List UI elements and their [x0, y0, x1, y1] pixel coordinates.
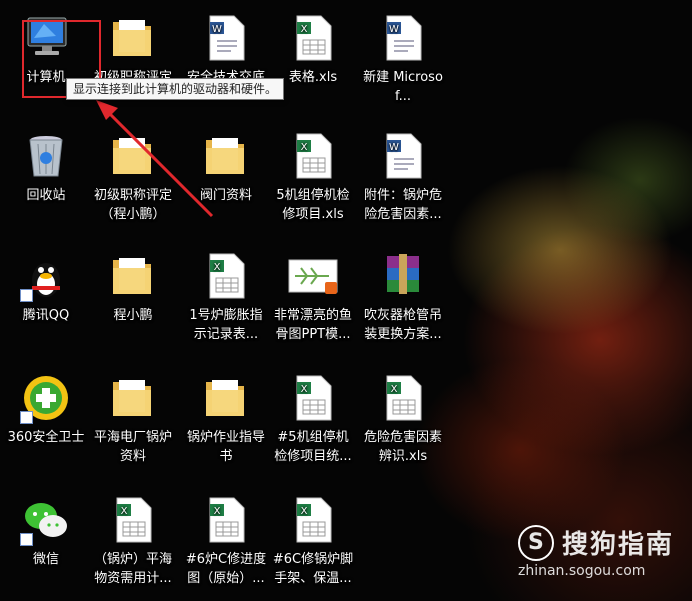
excel-document-icon: X [287, 494, 339, 546]
desktop-icon-word[interactable]: W 新建 Microsof... [360, 12, 446, 106]
svg-text:W: W [389, 24, 399, 35]
folder-icon [200, 372, 252, 424]
qq-penguin-icon [20, 250, 72, 302]
excel-document-icon: X [107, 494, 159, 546]
folder-icon [107, 372, 159, 424]
shortcut-arrow-icon [20, 533, 33, 546]
svg-text:X: X [301, 142, 308, 153]
winrar-archive-icon [377, 250, 429, 302]
desktop-icon-360[interactable]: 360安全卫士 [3, 372, 89, 447]
icon-label: 锅炉作业指导书 [186, 430, 265, 464]
excel-document-icon: X [200, 494, 252, 546]
icon-label: 微信 [32, 552, 59, 567]
desktop-icon-excel[interactable]: X 5机组停机检修项目.xls [270, 130, 356, 224]
icon-label: 危险危害因素辨识.xls [363, 430, 442, 464]
desktop-icon-excel[interactable]: X #5机组停机检修项目统... [270, 372, 356, 466]
icon-label: 新建 Microsof... [363, 70, 443, 104]
icon-label: 吹灰器枪管吊装更换方案... [363, 308, 442, 342]
sogou-watermark: S 搜狗指南 zhinan.sogou.com [517, 524, 674, 579]
icon-label: 5机组停机检修项目.xls [276, 188, 350, 222]
icon-label: 平海电厂锅炉资料 [93, 430, 172, 464]
svg-text:X: X [121, 506, 128, 517]
desktop-icon-word[interactable]: W 附件：锅炉危险危害因素... [360, 130, 446, 224]
icon-label: 程小鹏 [113, 308, 153, 323]
excel-document-icon: X [287, 12, 339, 64]
svg-text:W: W [389, 142, 399, 153]
annotation-arrow [96, 100, 214, 218]
desktop-icon-excel[interactable]: X #6C修锅炉脚手架、保温... [270, 494, 356, 588]
wechat-icon [20, 494, 72, 546]
desktop-icon-folder[interactable]: 程小鹏 [90, 250, 176, 325]
excel-document-icon: X [200, 250, 252, 302]
excel-document-icon: X [377, 372, 429, 424]
word-document-icon: W [377, 12, 429, 64]
desktop-icon-excel[interactable]: X #6炉C修进度图（原始）... [183, 494, 269, 588]
icon-label: #6C修锅炉脚手架、保温... [272, 552, 354, 586]
icon-label: （锅炉）平海物资需用计... [93, 552, 172, 586]
shortcut-arrow-icon [20, 411, 33, 424]
sogou-logo-icon: S [517, 524, 554, 561]
desktop-icon-wechat[interactable]: 微信 [3, 494, 89, 569]
desktop-icon-folder[interactable]: 锅炉作业指导书 [183, 372, 269, 466]
desktop-icon-folder[interactable]: 平海电厂锅炉资料 [90, 372, 176, 466]
tooltip: 显示连接到此计算机的驱动器和硬件。 [66, 78, 285, 100]
watermark-brand: 搜狗指南 [561, 530, 674, 560]
icon-label: 360安全卫士 [7, 430, 85, 445]
desktop-icon-excel[interactable]: X （锅炉）平海物资需用计... [90, 494, 176, 588]
shortcut-arrow-icon [20, 289, 33, 302]
desktop-icon-ppt[interactable]: 非常漂亮的鱼骨图PPT模... [270, 250, 356, 344]
svg-text:X: X [301, 384, 308, 395]
desktop-icon-qq[interactable]: 腾讯QQ [3, 250, 89, 325]
folder-icon [107, 250, 159, 302]
excel-document-icon: X [287, 372, 339, 424]
icon-label: 非常漂亮的鱼骨图PPT模... [273, 308, 352, 342]
360-security-icon [20, 372, 72, 424]
ppt-thumbnail-icon [287, 250, 339, 302]
desktop-icon-excel[interactable]: X 1号炉膨胀指示记录表... [183, 250, 269, 344]
icon-label: #5机组停机检修项目统... [274, 430, 352, 464]
icon-label: 腾讯QQ [22, 308, 70, 323]
desktop-icon-excel[interactable]: X 表格.xls [270, 12, 356, 87]
svg-text:X: X [214, 506, 221, 517]
svg-text:X: X [391, 384, 398, 395]
icon-label: 附件：锅炉危险危害因素... [363, 188, 442, 222]
desktop-icon-winrar[interactable]: 吹灰器枪管吊装更换方案... [360, 250, 446, 344]
icon-label: 1号炉膨胀指示记录表... [189, 308, 263, 342]
watermark-url: zhinan.sogou.com [517, 563, 646, 579]
svg-text:X: X [301, 506, 308, 517]
desktop-icon-excel[interactable]: X 危险危害因素辨识.xls [360, 372, 446, 466]
excel-document-icon: X [287, 130, 339, 182]
svg-text:X: X [214, 262, 221, 273]
svg-text:X: X [301, 24, 308, 35]
word-document-icon: W [377, 130, 429, 182]
icon-label: #6炉C修进度图（原始）... [185, 552, 267, 586]
